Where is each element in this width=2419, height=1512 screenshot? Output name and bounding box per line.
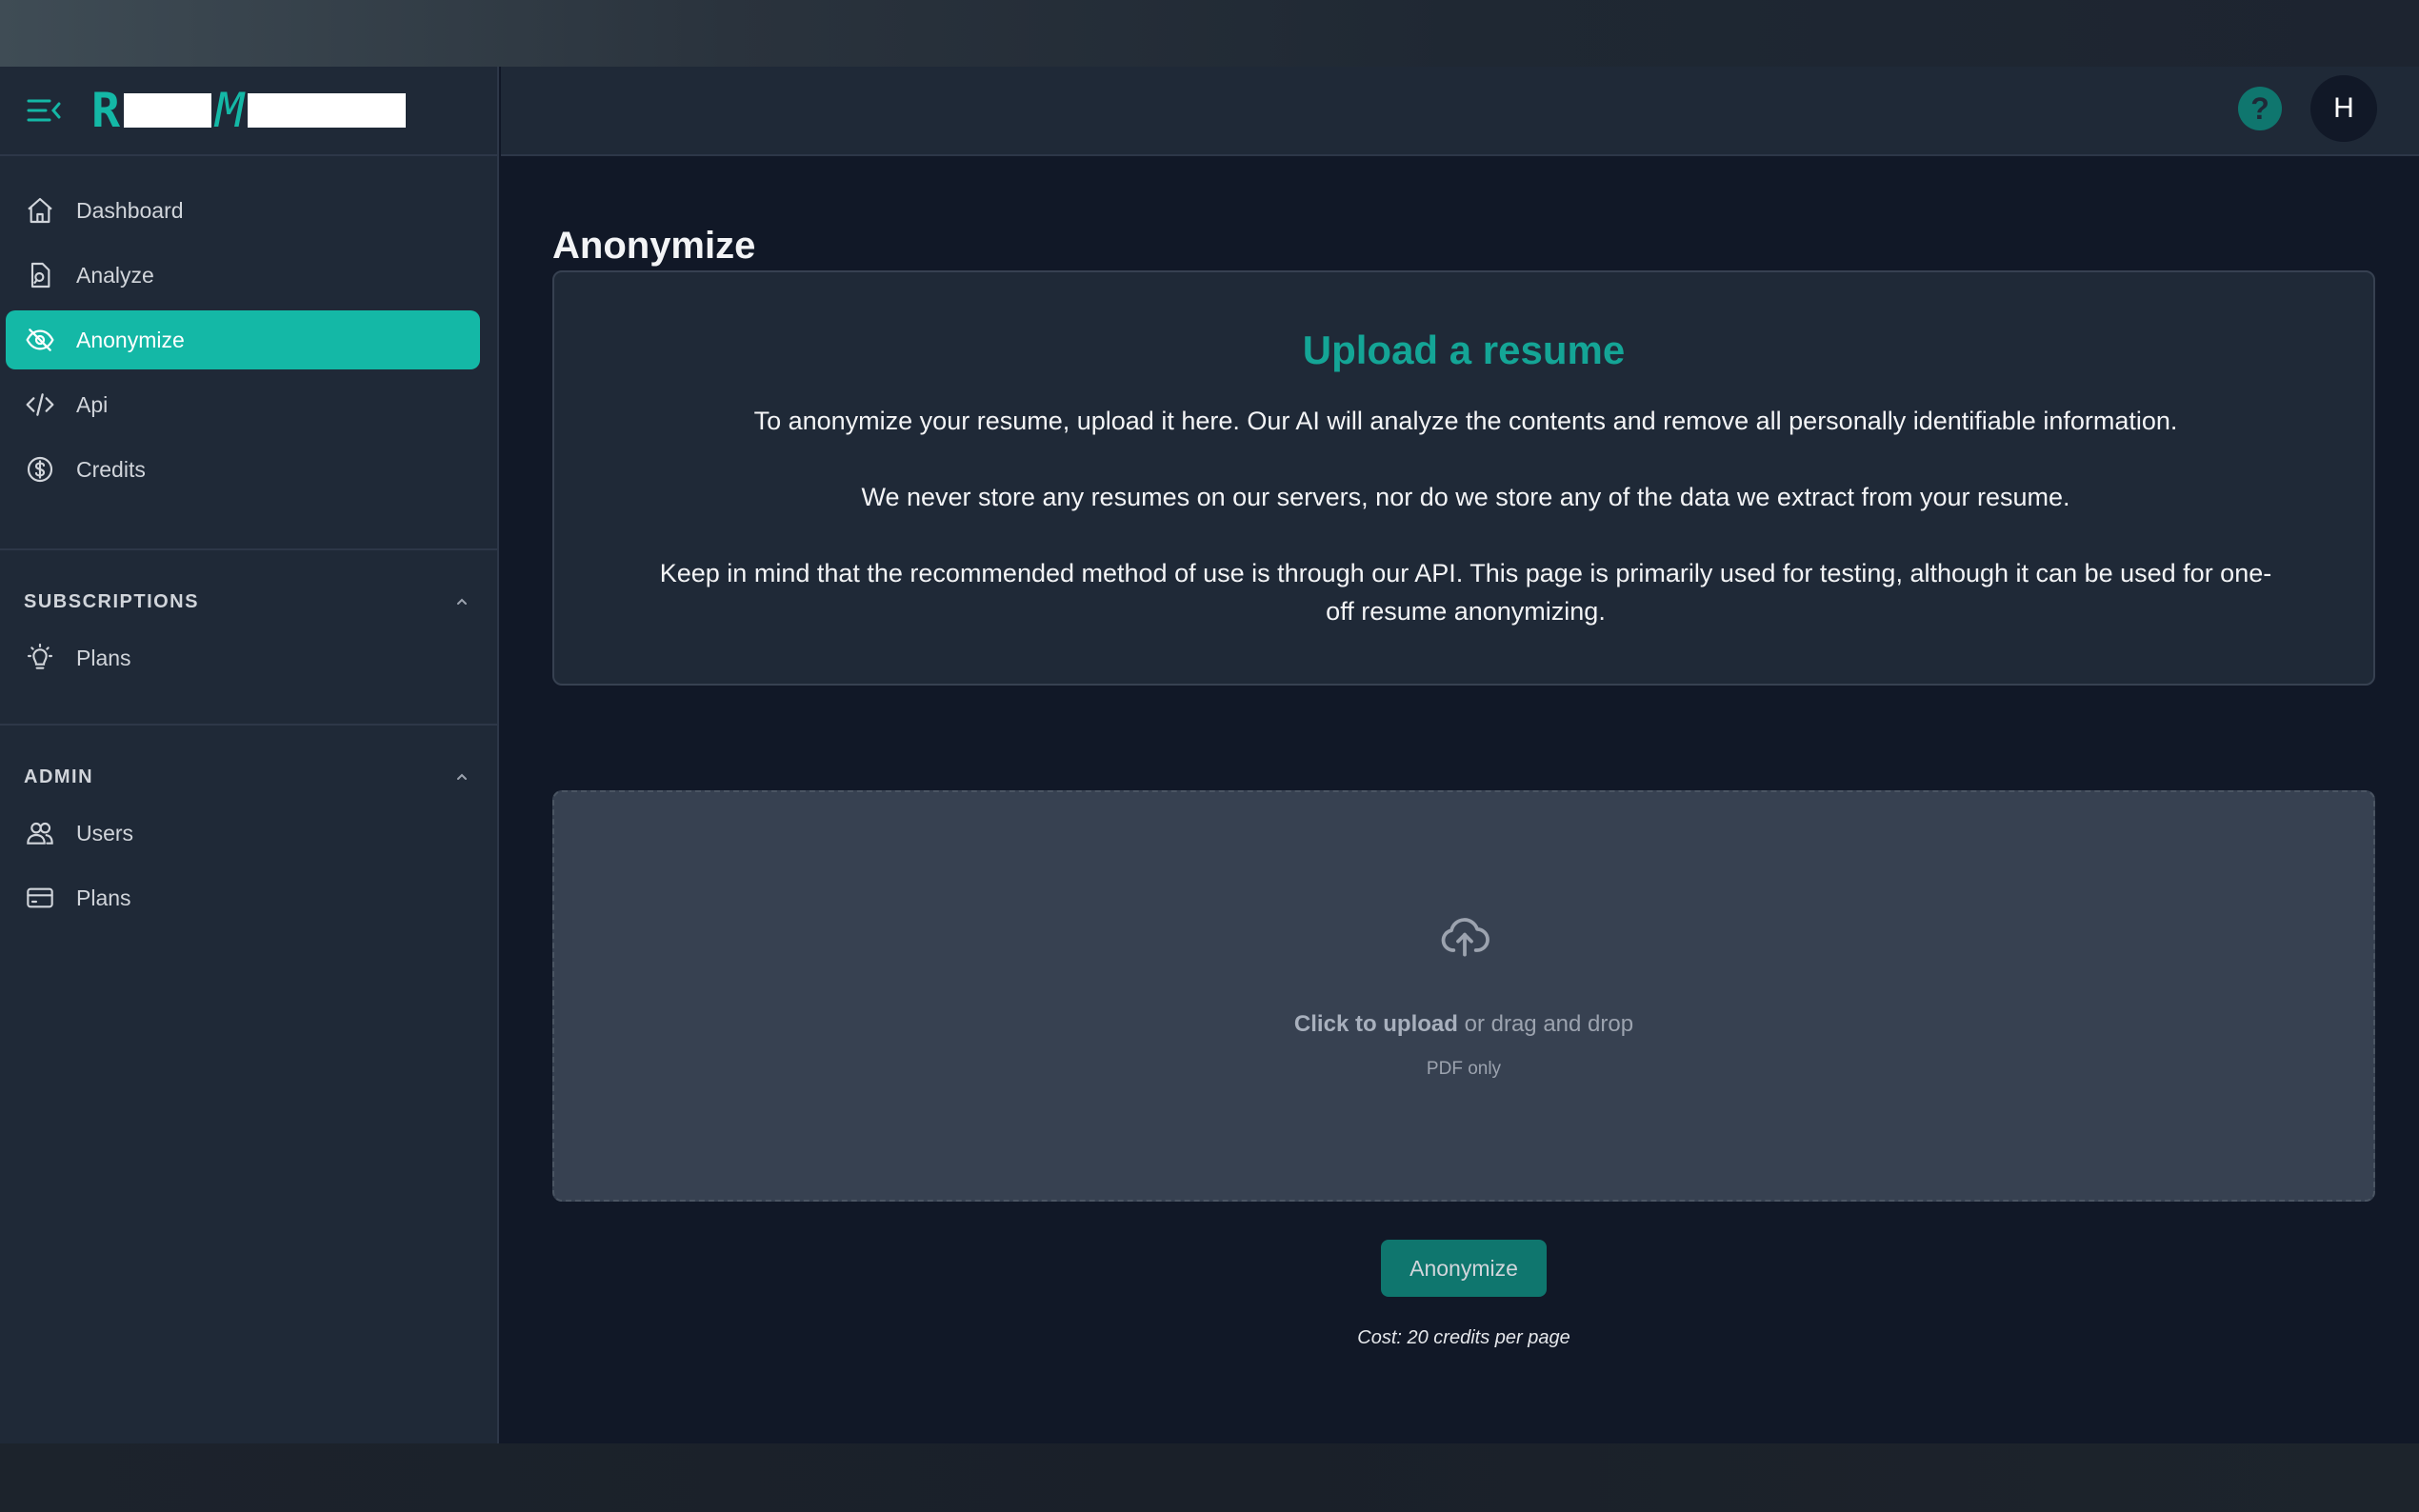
nav-item-dashboard[interactable]: Dashboard <box>6 181 480 240</box>
main-nav: Dashboard Analyze Anonymize Api Credits <box>6 181 480 505</box>
nav-item-plans[interactable]: Plans <box>6 628 480 687</box>
logo-redacted-block <box>124 93 212 128</box>
eye-slash-icon <box>26 328 54 351</box>
nav-item-label: Anonymize <box>76 327 185 352</box>
card-paragraph-intro: To anonymize your resume, upload it here… <box>753 407 2178 435</box>
subscriptions-list: Plans <box>6 628 480 693</box>
credit-card-icon <box>27 887 53 908</box>
document-search-icon <box>30 262 50 288</box>
file-type-hint: PDF only <box>1426 1059 1502 1079</box>
card-paragraph-api-note: Keep in mind that the recommended method… <box>659 559 2272 626</box>
logo-redacted-block <box>248 93 407 128</box>
sidebar-divider <box>0 548 497 550</box>
nav-item-credits[interactable]: Credits <box>6 440 480 499</box>
admin-list: Users Plans <box>6 804 480 933</box>
top-header: ? H <box>501 67 2419 156</box>
nav-item-label: Users <box>76 820 134 846</box>
subscriptions-section-header[interactable]: SUBSCRIPTIONS <box>24 583 471 621</box>
chevron-up-icon <box>457 598 467 605</box>
drag-drop-text: or drag and drop <box>1457 1011 1634 1037</box>
screen-backdrop-bottom <box>0 1443 2419 1512</box>
cloud-upload-icon <box>1441 918 1489 957</box>
file-dropzone[interactable]: Click to upload or drag and drop PDF onl… <box>552 790 2375 1202</box>
cost-note: Cost: 20 credits per page <box>1357 1327 1570 1348</box>
nav-item-label: Plans <box>76 645 131 670</box>
nav-item-api[interactable]: Api <box>6 375 480 434</box>
nav-item-label: Dashboard <box>76 197 184 223</box>
logo-letter-m: M <box>215 83 245 138</box>
nav-item-label: Credits <box>76 456 146 482</box>
nav-item-anonymize[interactable]: Anonymize <box>6 310 480 369</box>
click-to-upload-link[interactable]: Click to upload <box>1294 1011 1458 1037</box>
screen-backdrop-top <box>0 0 2419 67</box>
section-title: ADMIN <box>24 766 94 787</box>
lightbulb-icon <box>27 643 53 669</box>
dollar-circle-icon <box>27 456 53 483</box>
upload-info-card: Upload a resume To anonymize your resume… <box>552 270 2375 686</box>
brand-bar: R M <box>0 67 499 156</box>
chevron-up-icon <box>457 773 467 780</box>
dropzone-text: Click to upload or drag and drop <box>554 1011 2373 1038</box>
admin-section-header[interactable]: ADMIN <box>24 758 471 796</box>
home-icon <box>28 197 52 224</box>
menu-collapse-icon[interactable] <box>25 93 63 128</box>
nav-item-admin-plans[interactable]: Plans <box>6 868 480 927</box>
logo-letter-r: R <box>91 83 121 138</box>
app-window: R M Dashboard Analyze Anonymize Api Cred… <box>0 67 2419 1443</box>
nav-item-users[interactable]: Users <box>6 804 480 863</box>
nav-item-label: Api <box>76 391 109 417</box>
avatar[interactable]: H <box>2310 75 2377 142</box>
help-icon[interactable]: ? <box>2238 87 2282 130</box>
nav-item-analyze[interactable]: Analyze <box>6 246 480 305</box>
users-icon <box>27 822 53 845</box>
sidebar: R M Dashboard Analyze Anonymize Api Cred… <box>0 67 499 1443</box>
sidebar-divider <box>0 724 497 726</box>
section-title: SUBSCRIPTIONS <box>24 590 199 612</box>
card-title: Upload a resume <box>1302 328 1626 372</box>
page-title: Anonymize <box>552 225 756 267</box>
anonymize-button[interactable]: Anonymize <box>1381 1240 1547 1297</box>
code-icon <box>26 393 54 416</box>
nav-item-label: Plans <box>76 885 131 910</box>
nav-item-label: Analyze <box>76 262 154 288</box>
logo[interactable]: R M <box>91 83 407 138</box>
card-paragraph-privacy: We never store any resumes on our server… <box>861 483 2070 511</box>
